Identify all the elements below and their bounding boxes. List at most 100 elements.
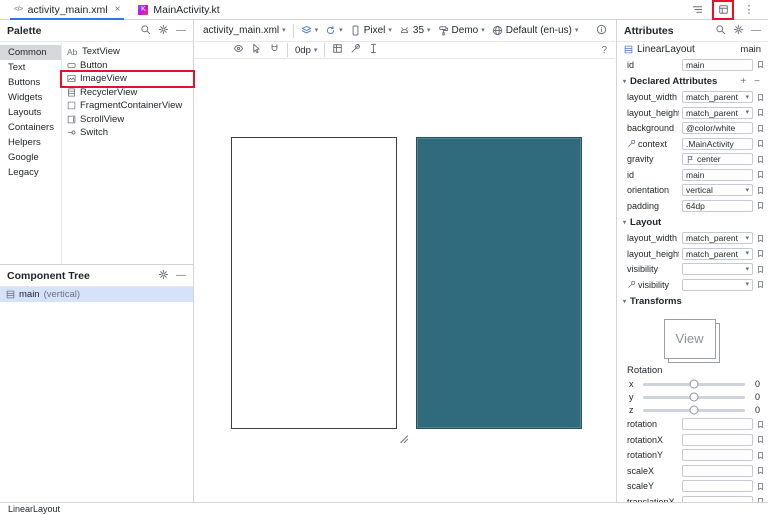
slider-thumb[interactable] <box>690 406 699 415</box>
pick-resource-icon[interactable] <box>756 265 764 274</box>
component-tree-minimize-icon[interactable]: — <box>176 271 186 281</box>
palette-item-textview[interactable]: Ab TextView <box>62 45 193 59</box>
attribute-value-field[interactable]: match_parent ▾ <box>682 248 753 260</box>
pick-resource-icon[interactable] <box>756 420 764 429</box>
chevron-down-icon[interactable]: ▾ <box>745 109 749 116</box>
palette-category-legacy[interactable]: Legacy <box>0 165 61 180</box>
pick-resource-icon[interactable] <box>756 482 764 491</box>
attribute-value-field[interactable] <box>682 434 753 446</box>
pick-resource-icon[interactable] <box>756 186 764 195</box>
id-value-field[interactable]: main <box>682 59 753 71</box>
palette-category-layouts[interactable]: Layouts <box>0 105 61 120</box>
component-tree-settings-icon[interactable] <box>158 267 169 285</box>
theme-selector[interactable]: Demo ▾ <box>438 25 485 36</box>
api-selector[interactable]: 35 ▾ <box>399 25 431 36</box>
palette-category-containers[interactable]: Containers <box>0 120 61 135</box>
pick-resource-icon[interactable] <box>756 201 764 210</box>
design-surface[interactable] <box>195 59 615 502</box>
attribute-value-field[interactable]: center <box>682 153 753 165</box>
pick-resource-icon[interactable] <box>756 466 764 475</box>
attribute-value-field[interactable]: main <box>682 169 753 181</box>
attribute-value-field[interactable]: vertical ▾ <box>682 184 753 196</box>
close-tab-icon[interactable]: × <box>113 4 121 15</box>
design-canvas[interactable] <box>231 137 397 429</box>
locale-selector[interactable]: Default (en-us) ▾ <box>492 25 579 36</box>
attribute-value-field[interactable] <box>682 449 753 461</box>
attribute-value-field[interactable]: match_parent ▾ <box>682 232 753 244</box>
section-transforms[interactable]: ▾ Transforms <box>617 293 768 310</box>
guidelines-icon[interactable] <box>332 43 343 57</box>
clear-constraints-icon[interactable] <box>350 43 361 57</box>
chevron-down-icon[interactable]: ▾ <box>745 187 749 194</box>
palette-item-imageview[interactable]: ImageView <box>62 72 193 86</box>
palette-item-scrollview[interactable]: ScrollView <box>62 113 193 127</box>
chevron-down-icon[interactable]: ▾ <box>745 250 749 257</box>
chevron-down-icon[interactable]: ▾ <box>745 281 749 288</box>
attributes-search-icon[interactable] <box>715 22 726 40</box>
tab-mainactivity-kt[interactable]: K MainActivity.kt <box>130 0 227 20</box>
pick-resource-icon[interactable] <box>756 93 764 102</box>
palette-category-text[interactable]: Text <box>0 60 61 75</box>
slider-track[interactable] <box>643 409 745 412</box>
view-options-icon[interactable] <box>233 43 244 57</box>
pick-resource-icon[interactable] <box>756 435 764 444</box>
slider-track[interactable] <box>643 396 745 399</box>
attribute-value-field[interactable] <box>682 480 753 492</box>
attribute-value-field[interactable]: ▾ <box>682 279 753 291</box>
chevron-down-icon[interactable]: ▾ <box>745 94 749 101</box>
orientation-selector[interactable]: ▾ <box>325 25 343 36</box>
add-attribute-icon[interactable]: + <box>738 76 748 87</box>
palette-search-icon[interactable] <box>140 22 151 40</box>
palette-item-fragmentcontainerview[interactable]: FragmentContainerView <box>62 99 193 113</box>
tab-activity-main-xml[interactable]: </> activity_main.xml × <box>6 0 128 20</box>
attribute-value-field[interactable] <box>682 418 753 430</box>
section-declared-attributes[interactable]: ▾ Declared Attributes + − <box>617 73 768 90</box>
chevron-down-icon[interactable]: ▾ <box>745 235 749 242</box>
design-surface-selector[interactable]: ▾ <box>301 25 319 36</box>
attributes-settings-icon[interactable] <box>733 22 744 40</box>
select-pointer-icon[interactable] <box>251 43 262 57</box>
slider-thumb[interactable] <box>690 380 699 389</box>
palette-item-recyclerview[interactable]: RecyclerView <box>62 86 193 100</box>
attribute-value-field[interactable] <box>682 465 753 477</box>
palette-settings-icon[interactable] <box>158 22 169 40</box>
palette-minimize-icon[interactable]: — <box>176 26 186 36</box>
pick-resource-icon[interactable] <box>756 280 764 289</box>
more-options-icon[interactable]: ⋮ <box>740 2 758 18</box>
palette-item-button[interactable]: Button <box>62 59 193 73</box>
attribute-value-field[interactable]: ▾ <box>682 263 753 275</box>
device-selector[interactable]: Pixel ▾ <box>350 25 392 36</box>
pick-resource-icon[interactable] <box>756 170 764 179</box>
pick-resource-icon[interactable] <box>756 249 764 258</box>
attribute-value-field[interactable]: 64dp <box>682 200 753 212</box>
pick-resource-icon[interactable] <box>756 124 764 133</box>
palette-category-google[interactable]: Google <box>0 150 61 165</box>
attribute-value-field[interactable]: match_parent ▾ <box>682 107 753 119</box>
remove-attribute-icon[interactable]: − <box>752 76 762 87</box>
attribute-value-field[interactable]: match_parent ▾ <box>682 91 753 103</box>
slider-track[interactable] <box>643 383 745 386</box>
pick-resource-icon[interactable] <box>756 451 764 460</box>
infer-constraints-icon[interactable] <box>368 43 379 57</box>
file-chip[interactable]: activity_main.xml ▾ <box>203 25 286 36</box>
palette-category-buttons[interactable]: Buttons <box>0 75 61 90</box>
section-layout[interactable]: ▾ Layout <box>617 214 768 231</box>
canvas-resize-handle[interactable] <box>398 431 408 441</box>
slider-thumb[interactable] <box>690 393 699 402</box>
pick-resource-icon[interactable] <box>756 155 764 164</box>
breadcrumb[interactable]: LinearLayout <box>8 504 60 514</box>
magnet-autoconnect-icon[interactable] <box>269 43 280 57</box>
pick-resource-icon[interactable] <box>756 108 764 117</box>
palette-item-switch[interactable]: Switch <box>62 126 193 140</box>
attribute-value-field[interactable]: @color/white <box>682 122 753 134</box>
palette-category-common[interactable]: Common <box>0 45 61 60</box>
blueprint-canvas[interactable] <box>416 137 582 429</box>
attribute-value-field[interactable]: .MainActivity <box>682 138 753 150</box>
pick-resource-icon[interactable] <box>756 60 764 69</box>
pick-resource-icon[interactable] <box>756 139 764 148</box>
palette-category-helpers[interactable]: Helpers <box>0 135 61 150</box>
structure-icon[interactable] <box>688 2 706 18</box>
default-margins-selector[interactable]: 0dp ▾ <box>295 45 317 56</box>
chevron-down-icon[interactable]: ▾ <box>745 266 749 273</box>
component-tree-item-main[interactable]: main (vertical) <box>0 287 193 302</box>
